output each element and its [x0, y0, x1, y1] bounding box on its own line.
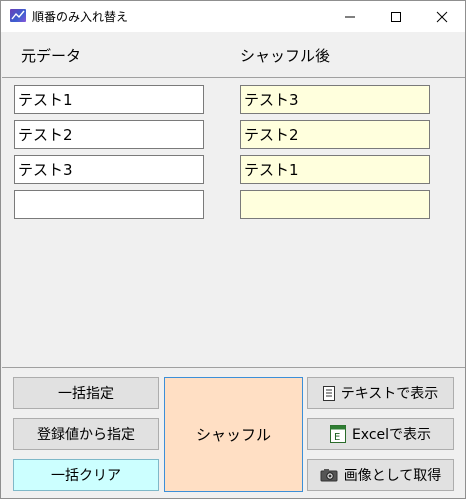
text-document-icon: [322, 385, 335, 401]
camera-icon: [320, 468, 338, 482]
app-window: 順番のみ入れ替え 元データ シャッフル後 テスト1 テスト2 テスト3 テスト3…: [0, 0, 466, 499]
excel-icon: E: [329, 425, 346, 443]
close-icon: [436, 11, 448, 22]
items-panel: テスト1 テスト2 テスト3 テスト3 テスト2 テスト1: [2, 77, 465, 368]
original-data-header: 元データ: [21, 47, 82, 65]
shuffled-item-field[interactable]: テスト1: [240, 155, 430, 184]
original-item-field[interactable]: テスト3: [14, 155, 204, 184]
bulk-specify-button[interactable]: 一括指定: [13, 377, 159, 409]
specify-from-registered-label: 登録値から指定: [37, 427, 135, 443]
show-as-text-button[interactable]: テキストで表示: [307, 377, 454, 409]
original-item-field[interactable]: テスト2: [14, 120, 204, 149]
maximize-icon: [391, 11, 401, 22]
title-bar[interactable]: 順番のみ入れ替え: [1, 1, 465, 32]
show-in-excel-button[interactable]: E Excelで表示: [307, 418, 454, 450]
shuffled-item-field[interactable]: テスト3: [240, 85, 430, 114]
window-title: 順番のみ入れ替え: [32, 10, 129, 24]
app-icon: [10, 9, 26, 22]
show-as-text-label: テキストで表示: [340, 386, 439, 402]
shuffled-header: シャッフル後: [240, 47, 331, 65]
shuffle-button[interactable]: シャッフル: [164, 377, 303, 492]
show-in-excel-label: Excelで表示: [351, 427, 432, 443]
shuffle-label: シャッフル: [195, 426, 271, 444]
shuffled-item-field[interactable]: テスト2: [240, 120, 430, 149]
save-as-image-label: 画像として取得: [343, 468, 442, 484]
svg-text:E: E: [334, 432, 340, 443]
bulk-clear-button[interactable]: 一括クリア: [13, 459, 159, 491]
minimize-icon: [345, 16, 355, 17]
specify-from-registered-button[interactable]: 登録値から指定: [13, 418, 159, 450]
save-as-image-button[interactable]: 画像として取得: [307, 459, 454, 491]
close-button[interactable]: [419, 1, 465, 32]
original-item-field[interactable]: テスト1: [14, 85, 204, 114]
bulk-clear-label: 一括クリア: [51, 468, 121, 484]
bulk-specify-label: 一括指定: [58, 386, 114, 402]
minimize-button[interactable]: [327, 1, 373, 32]
original-item-field[interactable]: [14, 190, 204, 219]
maximize-button[interactable]: [373, 1, 419, 32]
shuffled-item-field[interactable]: [240, 190, 430, 219]
